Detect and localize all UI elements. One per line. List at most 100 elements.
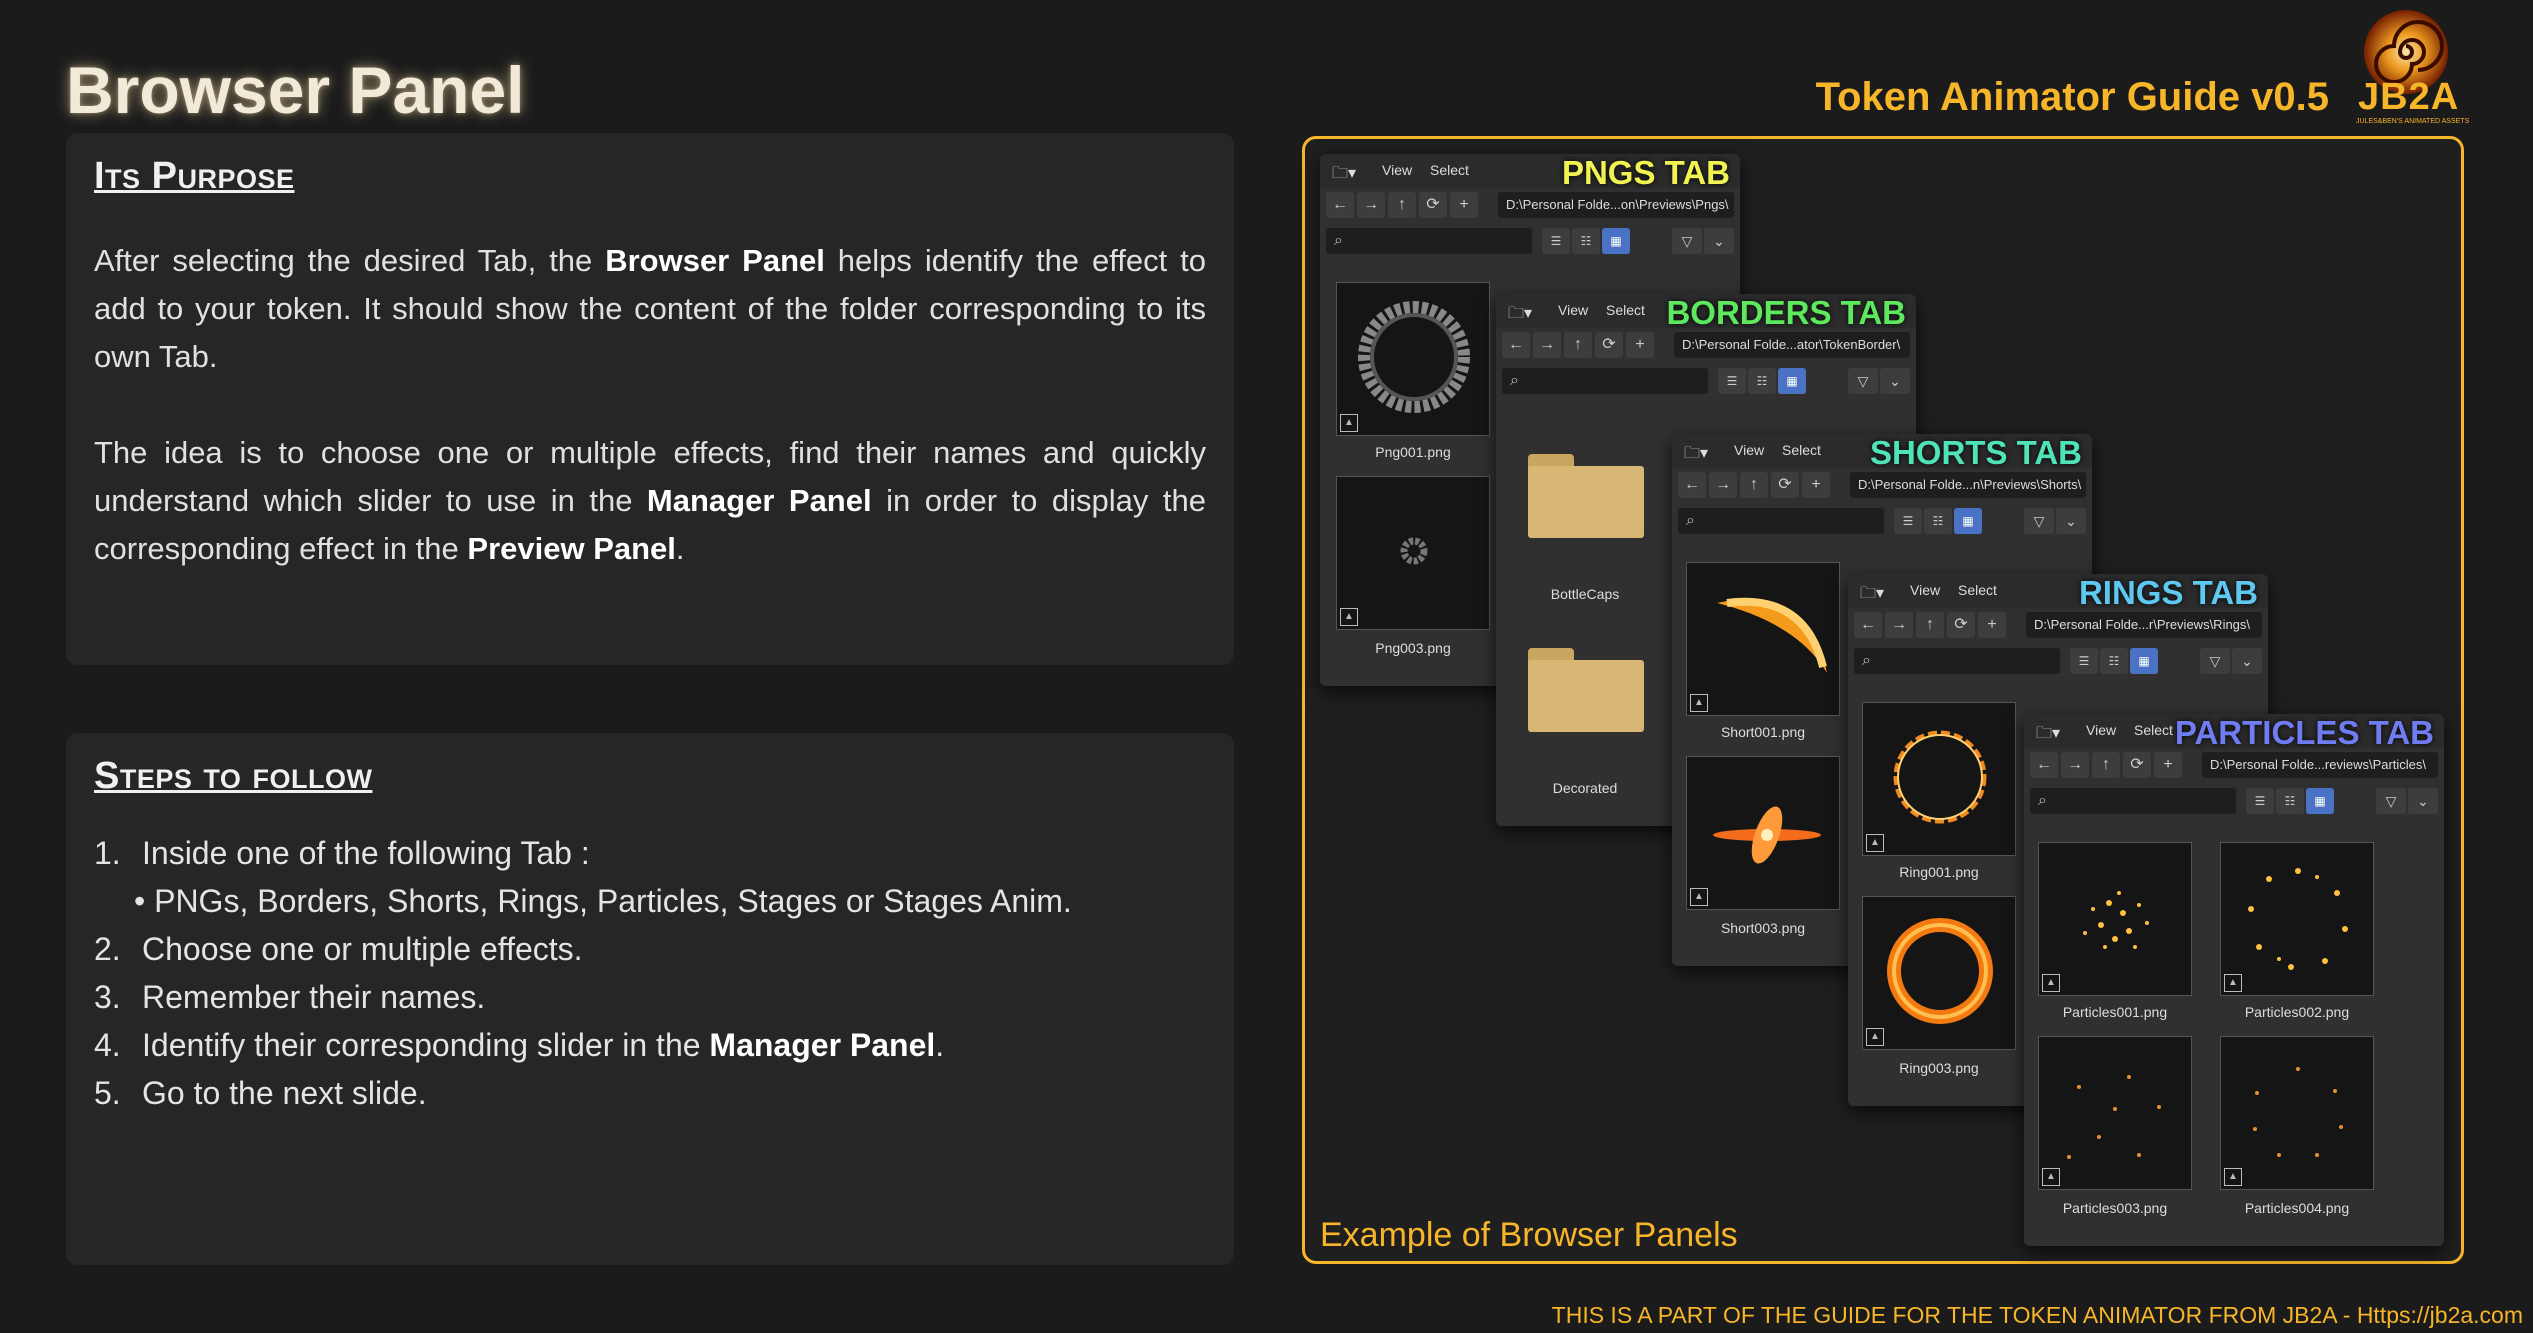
select-menu[interactable]: Select: [1606, 302, 1645, 318]
filter-icon[interactable]: ▽: [2376, 788, 2406, 814]
purpose-paragraph-1: After selecting the desired Tab, the Bro…: [94, 243, 1206, 374]
search-input[interactable]: ⌕: [2030, 788, 2236, 814]
select-menu[interactable]: Select: [1430, 162, 1469, 178]
back-icon[interactable]: ←: [2030, 752, 2058, 778]
parent-icon[interactable]: ↑: [1564, 332, 1592, 358]
path-field[interactable]: D:\Personal Folde...on\Previews\Pngs\: [1498, 192, 1734, 218]
thumbnail-view-icon[interactable]: ▦: [1954, 508, 1982, 534]
forward-icon[interactable]: →: [1885, 612, 1913, 638]
spark-burst-icon: [1713, 806, 1821, 864]
thumb-label: Particles002.png: [2244, 1004, 2350, 1020]
list-item: 5. Go to the next slide.: [94, 1075, 427, 1111]
view-menu[interactable]: View: [1558, 302, 1588, 318]
thumb-label: Png003.png: [1375, 640, 1451, 656]
forward-icon[interactable]: →: [1533, 332, 1561, 358]
path-field[interactable]: D:\Personal Folde...n\Previews\Shorts\: [1850, 472, 2086, 498]
refresh-icon[interactable]: ⟳: [2123, 752, 2151, 778]
path-field[interactable]: D:\Personal Folde...ator\TokenBorder\: [1674, 332, 1910, 358]
back-icon[interactable]: ←: [1502, 332, 1530, 358]
list-view-icon[interactable]: ☷: [1748, 368, 1776, 394]
parent-icon[interactable]: ↑: [1740, 472, 1768, 498]
search-input[interactable]: ⌕: [1326, 228, 1532, 254]
filter-icon[interactable]: ▽: [2024, 508, 2054, 534]
shorts-tab-label: SHORTS TAB: [1869, 434, 2082, 471]
particle-ring-icon: [2248, 868, 2348, 970]
search-input[interactable]: ⌕: [1502, 368, 1708, 394]
list-view-icon[interactable]: ☰: [1718, 368, 1746, 394]
back-icon[interactable]: ←: [1678, 472, 1706, 498]
filter-icon[interactable]: ▽: [1848, 368, 1878, 394]
thumbnail-particles004[interactable]: ▲: [2220, 1036, 2374, 1190]
folder-menu-icon[interactable]: 🗀▾: [1508, 302, 1536, 322]
thumbnail-particles003[interactable]: ▲: [2038, 1036, 2192, 1190]
logo-subtitle: JULES&BEN'S ANIMATED ASSETS: [2356, 118, 2470, 125]
chevron-down-icon[interactable]: ⌄: [2408, 788, 2438, 814]
thumbnail-view-icon[interactable]: ▦: [2130, 648, 2158, 674]
view-menu[interactable]: View: [1734, 442, 1764, 458]
path-field[interactable]: D:\Personal Folde...r\Previews\Rings\: [2026, 612, 2262, 638]
thumbnail-view-icon[interactable]: ▦: [1778, 368, 1806, 394]
back-icon[interactable]: ←: [1326, 192, 1354, 218]
thumbnail-view-icon[interactable]: ▦: [1602, 228, 1630, 254]
steps-heading: Steps to follow: [94, 755, 373, 797]
back-icon[interactable]: ←: [1854, 612, 1882, 638]
thumbnail-view-icon[interactable]: ▦: [2306, 788, 2334, 814]
list-view-icon[interactable]: ☷: [1572, 228, 1600, 254]
parent-icon[interactable]: ↑: [1388, 192, 1416, 218]
thumbnail-ring001[interactable]: ▲: [1862, 702, 2016, 856]
chevron-down-icon[interactable]: ⌄: [1704, 228, 1734, 254]
forward-icon[interactable]: →: [2061, 752, 2089, 778]
folder-menu-icon[interactable]: 🗀▾: [1860, 582, 1888, 602]
forward-icon[interactable]: →: [1357, 192, 1385, 218]
list-view-icon[interactable]: ☰: [1894, 508, 1922, 534]
new-folder-icon[interactable]: +: [1802, 472, 1830, 498]
image-icon: ▲: [1866, 834, 1884, 852]
logo-text: JB2A: [2358, 76, 2460, 118]
chevron-down-icon[interactable]: ⌄: [2232, 648, 2262, 674]
new-folder-icon[interactable]: +: [1978, 612, 2006, 638]
list-view-icon[interactable]: ☷: [2100, 648, 2128, 674]
parent-icon[interactable]: ↑: [1916, 612, 1944, 638]
filter-icon[interactable]: ▽: [1672, 228, 1702, 254]
refresh-icon[interactable]: ⟳: [1947, 612, 1975, 638]
chevron-down-icon[interactable]: ⌄: [2056, 508, 2086, 534]
new-folder-icon[interactable]: +: [1450, 192, 1478, 218]
particles-browser-panel: 🗀▾ View Select PARTICLES TAB ← → ↑ ⟳ + D:\Pe…: [2024, 714, 2444, 1246]
refresh-icon[interactable]: ⟳: [1595, 332, 1623, 358]
view-menu[interactable]: View: [2086, 722, 2116, 738]
folder-icon[interactable]: [1528, 454, 1644, 538]
thumbnail-short003[interactable]: ▲: [1686, 756, 1840, 910]
list-view-icon[interactable]: ☰: [2246, 788, 2274, 814]
thumbnail-short001[interactable]: ▲: [1686, 562, 1840, 716]
list-view-icon[interactable]: ☰: [2070, 648, 2098, 674]
filter-icon[interactable]: ▽: [2200, 648, 2230, 674]
view-menu[interactable]: View: [1910, 582, 1940, 598]
chevron-down-icon[interactable]: ⌄: [1880, 368, 1910, 394]
view-menu[interactable]: View: [1382, 162, 1412, 178]
thumbnail-png001[interactable]: ▲: [1336, 282, 1490, 436]
list-view-icon[interactable]: ☰: [1542, 228, 1570, 254]
folder-menu-icon[interactable]: 🗀▾: [1684, 442, 1712, 462]
list-view-icon[interactable]: ☷: [1924, 508, 1952, 534]
parent-icon[interactable]: ↑: [2092, 752, 2120, 778]
refresh-icon[interactable]: ⟳: [1419, 192, 1447, 218]
folder-menu-icon[interactable]: 🗀▾: [2036, 722, 2064, 742]
thumbnail-png003[interactable]: ▲: [1336, 476, 1490, 630]
list-view-icon[interactable]: ☷: [2276, 788, 2304, 814]
refresh-icon[interactable]: ⟳: [1771, 472, 1799, 498]
path-field[interactable]: D:\Personal Folde...reviews\Particles\: [2202, 752, 2438, 778]
select-menu[interactable]: Select: [1782, 442, 1821, 458]
select-menu[interactable]: Select: [2134, 722, 2173, 738]
select-menu[interactable]: Select: [1958, 582, 1997, 598]
folder-menu-icon[interactable]: 🗀▾: [1332, 162, 1360, 182]
search-input[interactable]: ⌕: [1854, 648, 2060, 674]
thumbnail-ring003[interactable]: ▲: [1862, 896, 2016, 1050]
thumbnail-particles002[interactable]: ▲: [2220, 842, 2374, 996]
new-folder-icon[interactable]: +: [2154, 752, 2182, 778]
search-input[interactable]: ⌕: [1678, 508, 1884, 534]
new-folder-icon[interactable]: +: [1626, 332, 1654, 358]
folder-icon[interactable]: [1528, 648, 1644, 732]
forward-icon[interactable]: →: [1709, 472, 1737, 498]
thumbnail-particles001[interactable]: ▲: [2038, 842, 2192, 996]
gear-icon: [1400, 537, 1428, 565]
